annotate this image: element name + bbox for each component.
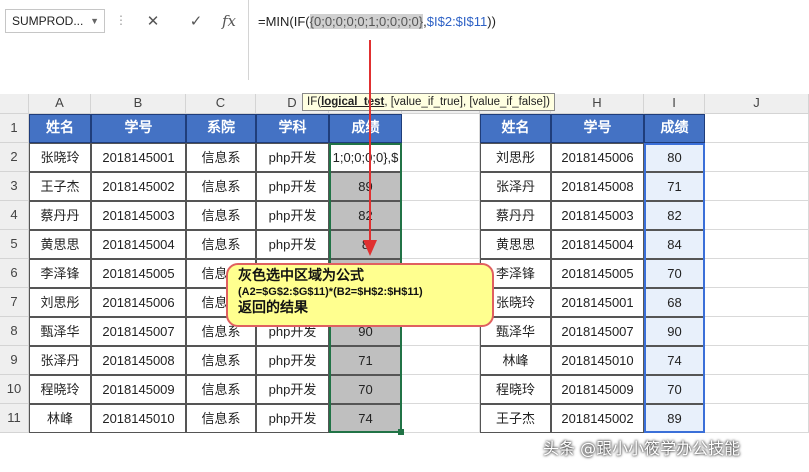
arrow-annotation	[244, 40, 377, 278]
callout-box: 灰色选中区域为公式 (A2=$G$2:$G$11)*(B2=$H$2:$H$11…	[226, 263, 494, 327]
watermark: 头条 @跟小小筱学办公技能	[543, 439, 741, 458]
